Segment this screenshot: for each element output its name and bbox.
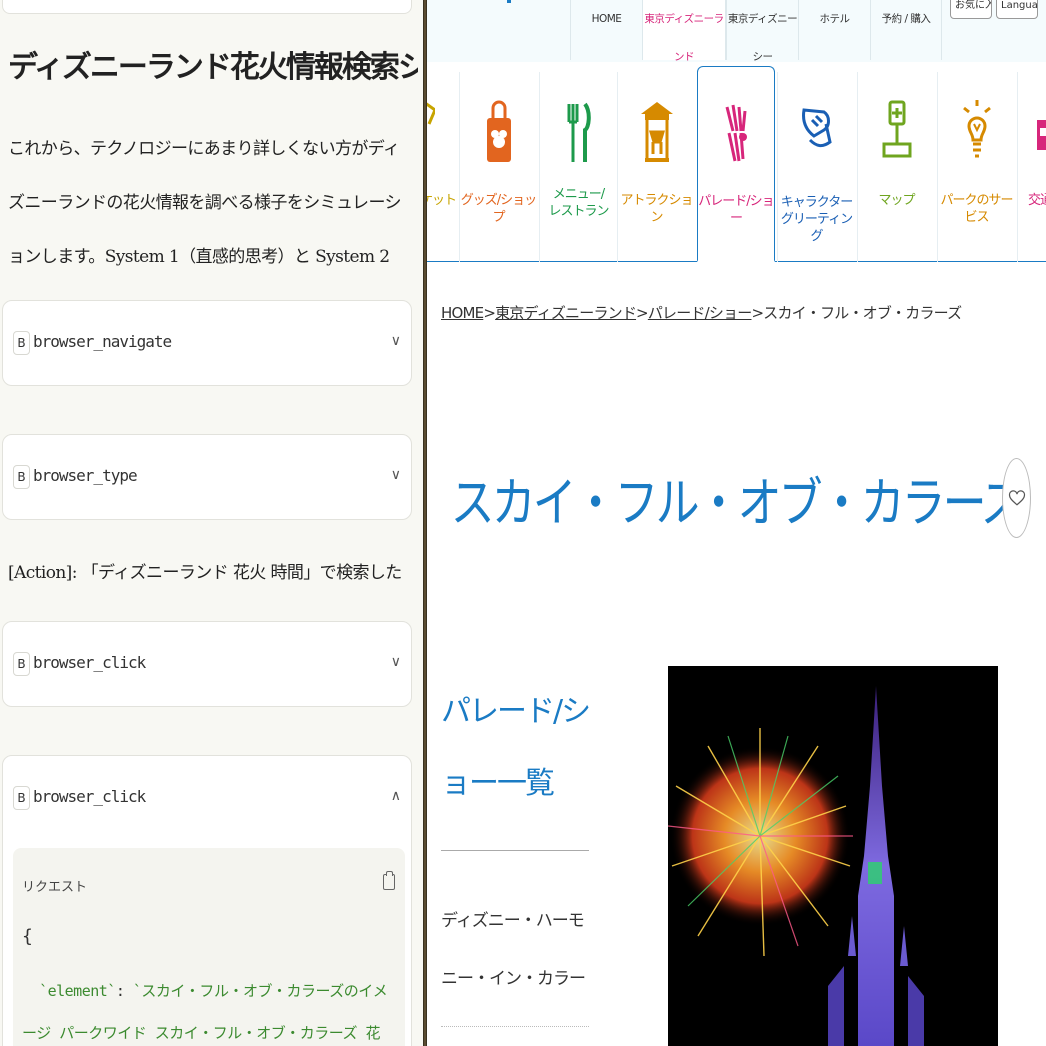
tool-name: browser_click [33, 787, 146, 806]
json-key: `element` [39, 982, 116, 1000]
sidebar-divider [441, 850, 589, 851]
breadcrumb-separator: > [751, 304, 764, 322]
category-map[interactable]: マップ [857, 72, 935, 262]
chevron-down-icon[interactable]: ∨ [391, 333, 401, 349]
chevron-down-icon[interactable]: ∨ [391, 467, 401, 483]
category-label: 交通 [1028, 193, 1046, 208]
category-transport[interactable]: 交通 [1017, 72, 1046, 262]
category-menu-restaurant[interactable]: メニュー/ レストラン [539, 72, 617, 262]
simulation-title: ディズニーランド花火情報検索シミュレーション [8, 50, 418, 85]
request-label: リクエスト [22, 880, 88, 895]
json-request-body: `element`: `スカイ・フル・オブ・カラーズのイメージ パークワイド ス… [22, 970, 394, 1046]
breadcrumb-tokyo-disneyland[interactable]: 東京ディズニーランド [495, 304, 637, 322]
browser-badge-icon: B [13, 786, 30, 810]
sidebar-item[interactable]: ディズニー・ハーモニー・イン・カラー [441, 892, 591, 1008]
category-nav: ケット グッズ/ショップ メニュー/ レストラン アトラクション [427, 62, 1046, 262]
nav-home[interactable]: HOME [570, 0, 642, 60]
category-ticket[interactable]: ケット [427, 72, 459, 262]
map-icon [882, 100, 912, 168]
category-label: アトラクション [620, 193, 693, 225]
chevron-up-icon[interactable]: ∧ [391, 788, 401, 804]
tool-card-header[interactable]: B browser_click ∨ [3, 622, 411, 706]
tool-name: browser_navigate [33, 332, 172, 351]
fork-knife-icon [567, 100, 591, 168]
nav-tokyo-disneysea[interactable]: 東京ディズニーシー [726, 0, 798, 63]
breadcrumb-parade-show[interactable]: パレード/ショー [648, 304, 752, 322]
tool-card-header[interactable]: B browser_navigate ∨ [3, 301, 411, 385]
category-label: パークのサービス [940, 193, 1013, 225]
breadcrumb: HOME>東京ディズニーランド>パレード/ショー>スカイ・フル・オブ・カラーズ [441, 302, 962, 323]
category-parade-show[interactable]: パレード/ショー [697, 66, 775, 262]
category-park-service[interactable]: パークのサービス [937, 72, 1015, 262]
category-label: マップ [878, 193, 915, 208]
tool-card-browser-click[interactable]: B browser_click ∨ [2, 621, 412, 707]
category-label: パレード/ショー [698, 194, 774, 226]
sidebar-divider [441, 1026, 589, 1027]
nav-tokyo-disneyland[interactable]: 東京ディズニーランド [642, 0, 726, 63]
carousel-icon [640, 100, 673, 168]
tool-card-browser-type[interactable]: B browser_type ∨ [2, 434, 412, 520]
nav-hotel[interactable]: ホテル [798, 0, 870, 60]
simulation-panel: ディズニーランド花火情報検索シミュレーション これから、テクノロジーにあまり詳し… [0, 0, 423, 1046]
breadcrumb-separator: > [483, 304, 496, 322]
favorites-button[interactable]: お気に入り [950, 0, 992, 19]
global-nav: HOME 東京ディズニーランド 東京ディズニーシー ホテル 予約 / 購入 お気… [427, 0, 1046, 63]
category-character-greeting[interactable]: キャラクター グリーティング [777, 72, 855, 262]
ticket-icon [427, 100, 437, 134]
action-log: [Action]: 「ディズニーランド 花火 時間」で検索した [8, 563, 402, 583]
favorite-button[interactable] [1002, 458, 1031, 538]
tool-name: browser_click [33, 653, 146, 672]
firework-burst [667, 728, 853, 957]
lightbulb-icon [962, 100, 992, 168]
breadcrumb-home[interactable]: HOME [441, 304, 484, 322]
fireworks-castle-image [667, 686, 924, 1046]
browser-viewport: HOME 東京ディズニーランド 東京ディズニーシー ホテル 予約 / 購入 お気… [427, 0, 1046, 1046]
tool-card-header[interactable]: B browser_type ∨ [3, 435, 411, 519]
breadcrumb-current: スカイ・フル・オブ・カラーズ [763, 304, 962, 322]
chevron-down-icon[interactable]: ∨ [391, 654, 401, 670]
heart-icon [1008, 490, 1026, 506]
tool-card-browser-click-expanded[interactable]: B browser_click ∧ リクエスト { `element`: `スカ… [2, 755, 412, 1046]
tool-card-browser-navigate[interactable]: B browser_navigate ∨ [2, 300, 412, 386]
previous-card-edge [2, 0, 412, 14]
shopping-bag-icon [484, 100, 514, 168]
browser-badge-icon: B [13, 465, 30, 489]
language-button[interactable]: Language [996, 0, 1038, 19]
tool-card-header[interactable]: B browser_click ∧ [3, 756, 411, 840]
parade-icon [723, 101, 749, 169]
logo-fragment [507, 0, 511, 3]
category-label: キャラクター グリーティング [780, 195, 853, 244]
json-open-brace: { [22, 926, 33, 947]
copy-icon[interactable] [383, 871, 395, 890]
category-label: グッズ/ショップ [460, 193, 537, 225]
browser-badge-icon: B [13, 652, 30, 676]
page-title: スカイ・フル・オブ・カラーズ [450, 472, 1026, 534]
category-goods-shop[interactable]: グッズ/ショップ [459, 72, 537, 262]
sidebar-title[interactable]: パレード/ショー一覧 [441, 676, 591, 820]
request-panel: リクエスト { `element`: `スカイ・フル・オブ・カラーズのイメージ … [13, 848, 405, 1046]
browser-badge-icon: B [13, 331, 30, 355]
category-label: メニュー/ レストラン [548, 187, 609, 219]
transport-icon [1037, 100, 1046, 168]
breadcrumb-separator: > [636, 304, 649, 322]
tool-name: browser_type [33, 466, 138, 485]
handshake-icon [800, 100, 834, 168]
category-attraction[interactable]: アトラクション [617, 72, 695, 262]
show-image[interactable] [667, 666, 998, 1046]
nav-reservation[interactable]: 予約 / 購入 [870, 0, 942, 60]
json-colon: : [115, 982, 133, 1000]
